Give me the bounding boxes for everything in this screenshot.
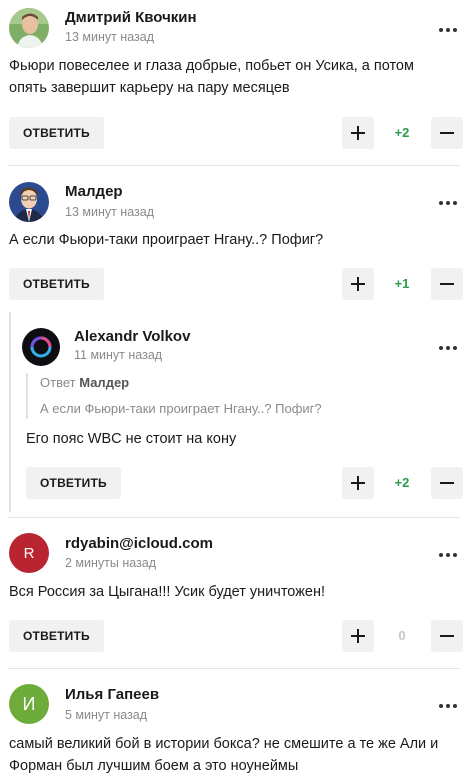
avatar-letter: R	[23, 544, 35, 562]
comment-time: 11 минут назад	[74, 348, 163, 362]
comment-text: Фьюри повеселее и глаза добрые, побьет о…	[9, 55, 461, 99]
plus-icon	[351, 277, 365, 291]
comment-text-line: Его пояс WBC не стоит на кону	[26, 431, 237, 447]
quote-text: А если Фьюри-таки проиграет Нгану..? Поф…	[40, 401, 322, 416]
comment-time: 2 минуты назад	[65, 556, 157, 570]
comment-2: Малдер 13 минут назад А если Фьюри-таки …	[0, 166, 468, 306]
author-name[interactable]: Alexandr Volkov	[74, 328, 190, 345]
more-options-icon[interactable]	[434, 545, 462, 565]
comment-text-line: А если Фьюри-таки проиграет Нгану..? Поф…	[9, 232, 324, 248]
reply-button[interactable]: ОТВЕТИТЬ	[9, 620, 104, 652]
upvote-button[interactable]	[342, 620, 374, 652]
plus-icon	[351, 629, 365, 643]
comment-text-line: опять завершит карьеру на пару месяцев	[9, 80, 290, 96]
quote-prefix: Ответ	[40, 375, 76, 390]
comment-time: 13 минут назад	[65, 30, 154, 44]
avatar[interactable]: И	[9, 684, 49, 724]
more-options-icon[interactable]	[434, 696, 462, 716]
upvote-button[interactable]	[342, 268, 374, 300]
avatar[interactable]: R	[9, 533, 49, 573]
more-options-icon[interactable]	[434, 193, 462, 213]
comment-4: R rdyabin@icloud.com 2 минуты назад Вся …	[0, 518, 468, 668]
quote-author[interactable]: Малдер	[79, 375, 129, 390]
reply-button[interactable]: ОТВЕТИТЬ	[26, 467, 121, 499]
comment-text-line: Фьюри повеселее и глаза добрые, побьет о…	[9, 58, 414, 74]
more-options-icon[interactable]	[434, 338, 462, 358]
minus-icon	[440, 283, 454, 285]
quoted-reply: Ответ Малдер А если Фьюри-таки проиграет…	[26, 373, 446, 419]
comment-5: И Илья Гапеев 5 минут назад самый велики…	[0, 669, 468, 783]
downvote-button[interactable]	[431, 268, 463, 300]
downvote-button[interactable]	[431, 620, 463, 652]
avatar[interactable]	[22, 328, 60, 366]
comment-text: А если Фьюри-таки проиграет Нгану..? Поф…	[9, 229, 461, 251]
downvote-button[interactable]	[431, 467, 463, 499]
author-name[interactable]: rdyabin@icloud.com	[65, 535, 213, 552]
downvote-button[interactable]	[431, 117, 463, 149]
upvote-button[interactable]	[342, 467, 374, 499]
comment-time: 5 минут назад	[65, 708, 148, 722]
comment-text-line: Форман был лучшим боем а это ноунеймы	[9, 758, 299, 774]
author-name[interactable]: Малдер	[65, 183, 123, 200]
vote-score: +2	[394, 475, 410, 490]
minus-icon	[440, 635, 454, 637]
comment-1: Дмитрий Квочкин 13 минут назад Фьюри пов…	[0, 0, 468, 165]
avatar[interactable]	[9, 182, 49, 222]
minus-icon	[440, 482, 454, 484]
comment-text: Его пояс WBC не стоит на кону	[26, 428, 456, 450]
minus-icon	[440, 132, 454, 134]
avatar[interactable]	[9, 8, 49, 48]
upvote-button[interactable]	[342, 117, 374, 149]
reply-button[interactable]: ОТВЕТИТЬ	[9, 268, 104, 300]
reply-button[interactable]: ОТВЕТИТЬ	[9, 117, 104, 149]
plus-icon	[351, 476, 365, 490]
avatar-letter: И	[22, 693, 36, 714]
vote-score: 0	[398, 628, 406, 643]
vote-score: +2	[394, 125, 410, 140]
comment-time: 13 минут назад	[65, 205, 154, 219]
comment-text: Вся Россия за Цыгана!!! Усик будет уничт…	[9, 581, 461, 603]
comment-text: самый великий бой в истории бокса? не см…	[9, 733, 464, 777]
author-name[interactable]: Илья Гапеев	[65, 686, 159, 703]
comment-text-line: Вся Россия за Цыгана!!! Усик будет уничт…	[9, 584, 326, 600]
more-options-icon[interactable]	[434, 20, 462, 40]
author-name[interactable]: Дмитрий Квочкин	[65, 9, 197, 26]
comment-3-reply: Alexandr Volkov 11 минут назад Ответ Мал…	[0, 312, 468, 512]
comment-text-line: самый великий бой в истории бокса? не см…	[9, 736, 439, 752]
vote-score: +1	[394, 276, 410, 291]
plus-icon	[351, 126, 365, 140]
